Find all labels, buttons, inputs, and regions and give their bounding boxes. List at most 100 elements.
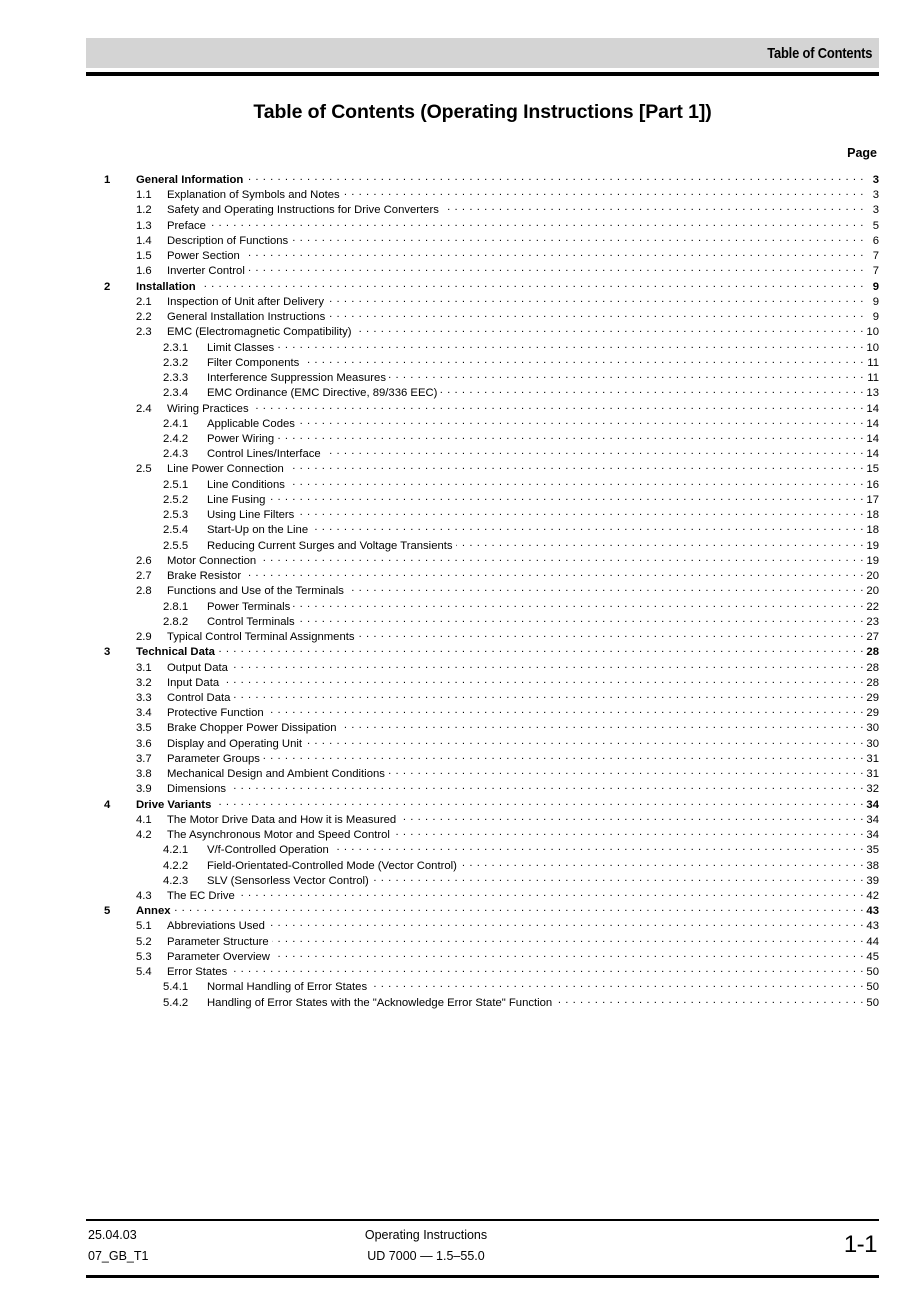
toc-entry-page-number: 9 [872, 311, 879, 324]
toc-entry[interactable]: 2.2 General Installation Instructions 9 [86, 308, 879, 323]
toc-dot-leader [222, 674, 864, 686]
toc-entry[interactable]: 5.4 Error States 50 [86, 963, 879, 978]
toc-entry-title: Brake Chopper Power Dissipation [167, 722, 337, 735]
toc-entry[interactable]: 2.1 Inspection of Unit after Delivery 9 [86, 293, 879, 308]
toc-entry[interactable]: 4.2 The Asynchronous Motor and Speed Cont… [86, 826, 879, 841]
toc-entry[interactable]: 2.5.5 Reducing Current Surges and Voltage… [86, 537, 879, 552]
toc-dot-leader [298, 415, 864, 427]
toc-entry[interactable]: 3.6 Display and Operating Unit 30 [86, 735, 879, 750]
footer-center-block: Operating Instructions UD 7000 — 1.5–55.… [86, 1225, 766, 1267]
toc-entry-number: 1.5 [136, 250, 152, 263]
toc-entry[interactable]: 4 Drive Variants 34 [86, 796, 879, 811]
toc-entry-page-number: 28 [866, 646, 879, 659]
toc-entry[interactable]: 5.4.2 Handling of Error States with the "… [86, 994, 879, 1009]
toc-entry-page-number: 14 [866, 448, 879, 461]
toc-entry[interactable]: 2.4.2 Power Wiring 14 [86, 430, 879, 445]
toc-entry-title: Parameter Groups [167, 752, 260, 765]
toc-dot-leader [328, 308, 864, 320]
toc-entry[interactable]: 3.5 Brake Chopper Power Dissipation 30 [86, 719, 879, 734]
toc-dot-leader [370, 978, 864, 990]
toc-entry[interactable]: 2.3.3 Interference Suppression Measures 11 [86, 369, 879, 384]
toc-entry[interactable]: 5.2 Parameter Structure 44 [86, 933, 879, 948]
toc-entry[interactable]: 2.3.1 Limit Classes 10 [86, 339, 879, 354]
toc-entry[interactable]: 2.8.2 Control Terminals 23 [86, 613, 879, 628]
toc-entry[interactable]: 5.3 Parameter Overview 45 [86, 948, 879, 963]
toc-dot-leader [305, 735, 864, 747]
toc-entry[interactable]: 2.7 Brake Resistor 20 [86, 567, 879, 582]
toc-entry[interactable]: 3.8 Mechanical Design and Ambient Conditi… [86, 765, 879, 780]
toc-entry[interactable]: 2.4.3 Control Lines/Interface 14 [86, 445, 879, 460]
toc-entry-number: 3.2 [136, 676, 152, 689]
toc-entry[interactable]: 1.4 Description of Functions 6 [86, 232, 879, 247]
toc-entry[interactable]: 1.6 Inverter Control 7 [86, 262, 879, 277]
toc-entry[interactable]: 4.2.2 Field-Orientated-Controlled Mode (V… [86, 857, 879, 872]
toc-entry[interactable]: 3 Technical Data 28 [86, 643, 879, 658]
toc-entry[interactable]: 3.7 Parameter Groups 31 [86, 750, 879, 765]
toc-entry-page-number: 30 [866, 737, 879, 750]
toc-entry[interactable]: 3.2 Input Data 28 [86, 674, 879, 689]
toc-entry-number: 2.7 [136, 570, 152, 583]
toc-entry[interactable]: 1.3 Preface 5 [86, 217, 879, 232]
toc-entry-number: 2.8.2 [163, 615, 189, 628]
toc-entry[interactable]: 2.4 Wiring Practices 14 [86, 400, 879, 415]
toc-entry-page-number: 38 [866, 859, 879, 872]
toc-entry-number: 3.3 [136, 691, 152, 704]
toc-dot-leader [246, 171, 864, 183]
running-header-bar: Table of Contents [86, 38, 879, 68]
toc-entry-number: 5.3 [136, 950, 152, 963]
toc-entry-number: 3.4 [136, 707, 152, 720]
toc-entry-number: 2.1 [136, 295, 152, 308]
toc-entry[interactable]: 3.4 Protective Function 29 [86, 704, 879, 719]
toc-entry[interactable]: 2.5 Line Power Connection 15 [86, 460, 879, 475]
toc-entry[interactable]: 4.2.1 V/f-Controlled Operation 35 [86, 841, 879, 856]
toc-entry[interactable]: 1.1 Explanation of Symbols and Notes 3 [86, 186, 879, 201]
toc-entry[interactable]: 2.3.4 EMC Ordinance (EMC Directive, 89/33… [86, 384, 879, 399]
toc-entry-title: Handling of Error States with the "Ackno… [207, 996, 553, 1009]
toc-entry-page-number: 13 [866, 387, 879, 400]
toc-entry[interactable]: 2.3.2 Filter Components 11 [86, 354, 879, 369]
toc-entry[interactable]: 3.9 Dimensions 32 [86, 780, 879, 795]
toc-dot-leader [199, 278, 864, 290]
footer-model-range: UD 7000 — 1.5–55.0 [367, 1249, 485, 1263]
toc-entry-title: Power Wiring [207, 432, 275, 445]
toc-entry-number: 2.5.1 [163, 478, 189, 491]
toc-entry[interactable]: 2.5.1 Line Conditions 16 [86, 476, 879, 491]
toc-entry[interactable]: 2 Installation 9 [86, 278, 879, 293]
toc-entry-number: 2.3 [136, 326, 152, 339]
toc-entry[interactable]: 5.4.1 Normal Handling of Error States 50 [86, 978, 879, 993]
toc-entry[interactable]: 5 Annex 43 [86, 902, 879, 917]
toc-entry-title: Control Terminals [207, 615, 295, 628]
toc-entry[interactable]: 2.8 Functions and Use of the Terminals 20 [86, 582, 879, 597]
toc-entry[interactable]: 5.1 Abbreviations Used 43 [86, 917, 879, 932]
toc-entry[interactable]: 1.2 Safety and Operating Instructions for… [86, 201, 879, 216]
running-header-title: Table of Contents [767, 44, 873, 62]
toc-entry[interactable]: 2.5.2 Line Fusing 17 [86, 491, 879, 506]
toc-entry[interactable]: 2.9 Typical Control Terminal Assignments 2… [86, 628, 879, 643]
toc-dot-leader [293, 598, 864, 610]
toc-entry[interactable]: 2.5.4 Start-Up on the Line 18 [86, 521, 879, 536]
toc-entry-number: 1.6 [136, 265, 152, 278]
toc-dot-leader [263, 750, 864, 762]
toc-entry-page-number: 5 [872, 219, 879, 232]
toc-dot-leader [460, 857, 864, 869]
toc-entry[interactable]: 1 General Information 3 [86, 171, 879, 186]
toc-entry[interactable]: 2.4.1 Applicable Codes 14 [86, 415, 879, 430]
toc-entry-title: Drive Variants [136, 798, 212, 811]
toc-entry-title: General Installation Instructions [167, 311, 326, 324]
toc-entry[interactable]: 1.5 Power Section 7 [86, 247, 879, 262]
toc-entry[interactable]: 2.8.1 Power Terminals 22 [86, 598, 879, 613]
toc-entry-title: The EC Drive [167, 890, 235, 903]
toc-entry[interactable]: 2.6 Motor Connection 19 [86, 552, 879, 567]
toc-entry[interactable]: 2.5.3 Using Line Filters 18 [86, 506, 879, 521]
toc-entry[interactable]: 4.2.3 SLV (Sensorless Vector Control) 39 [86, 872, 879, 887]
toc-entry-number: 2.3.1 [163, 341, 189, 354]
toc-entry[interactable]: 2.3 EMC (Electromagnetic Compatibility) 10 [86, 323, 879, 338]
toc-entry-title: The Motor Drive Data and How it is Measu… [167, 813, 397, 826]
toc-entry-number: 3.8 [136, 768, 152, 781]
toc-entry[interactable]: 3.1 Output Data 28 [86, 659, 879, 674]
toc-entry[interactable]: 3.3 Control Data 29 [86, 689, 879, 704]
toc-entry-number: 2.2 [136, 311, 152, 324]
toc-entry[interactable]: 4.3 The EC Drive 42 [86, 887, 879, 902]
toc-entry[interactable]: 4.1 The Motor Drive Data and How it is Me… [86, 811, 879, 826]
toc-entry-title: Power Section [167, 250, 240, 263]
